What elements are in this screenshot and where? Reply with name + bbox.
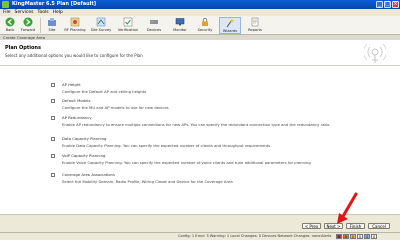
status-text: Config: 1 Error: 3 Warning: 1 Local Chan…: [178, 234, 321, 238]
toolbar: Back Forward Site RF Planning Site Surve…: [0, 16, 400, 35]
option-description: Configure the Default AP and ceiling hei…: [62, 89, 147, 94]
wizard-logo-icon: [364, 43, 386, 63]
menu-bar: File Services Tools Help: [0, 9, 400, 16]
app-icon: [2, 1, 9, 8]
alert-cleared-count[interactable]: 0: [371, 234, 377, 239]
coverage-area-associations-checkbox[interactable]: [51, 173, 55, 177]
option-name: AP Redundancy: [62, 115, 92, 120]
reports-icon: [251, 17, 259, 27]
ap-redundancy-checkbox[interactable]: [51, 116, 55, 120]
data-capacity-planning-checkbox[interactable]: [51, 137, 55, 141]
rf-planning-icon: [70, 17, 80, 27]
cancel-button[interactable]: Cancel: [368, 223, 390, 229]
default-models-checkbox[interactable]: [51, 99, 55, 103]
toolbar-site-survey[interactable]: Site Survey: [90, 17, 112, 34]
security-icon: [202, 17, 208, 26]
toolbar-wizards[interactable]: Wizards: [219, 17, 241, 34]
window-title: KingMaster 6.5 Plan [Default]: [12, 1, 97, 7]
back-arrow-icon: [5, 17, 15, 27]
alert-critical-count[interactable]: 0: [336, 234, 342, 239]
page-title: Plan Options: [5, 45, 41, 51]
title-bar: KingMaster 6.5 Plan [Default] _ □ ×: [0, 0, 400, 9]
verification-icon: [123, 17, 133, 27]
menu-file[interactable]: File: [3, 9, 11, 16]
option-name: Default Models: [62, 98, 91, 103]
option-description: Configure the MU and AP models to use fo…: [62, 105, 169, 110]
toolbar-security[interactable]: Security: [194, 17, 216, 34]
option-name: AP Height: [62, 82, 81, 87]
toolbar-devices[interactable]: Devices: [144, 17, 164, 34]
annotation-arrow-icon: [337, 192, 358, 224]
option-description: Enable AP redundancy to ensure multiple …: [62, 122, 330, 127]
wizards-icon: [226, 18, 235, 28]
ap-height-checkbox[interactable]: [51, 83, 55, 87]
window-controls: _ □ ×: [376, 1, 399, 8]
maximize-button[interactable]: □: [384, 1, 391, 8]
alert-info-count[interactable]: 0: [364, 234, 370, 239]
menu-tools[interactable]: Tools: [38, 9, 49, 16]
back-button[interactable]: Back: [2, 17, 18, 34]
alert-minor-count[interactable]: 0: [350, 234, 356, 239]
minimize-button[interactable]: _: [376, 1, 383, 8]
toolbar-site[interactable]: Site: [44, 17, 60, 34]
prev-button[interactable]: < Prev: [302, 223, 321, 229]
toolbar-monitor[interactable]: Monitor: [170, 17, 190, 34]
menu-help[interactable]: Help: [53, 9, 63, 16]
status-bar: Config: 1 Error: 3 Warning: 1 Local Chan…: [0, 232, 400, 240]
toolbar-rf-planning[interactable]: RF Planning: [62, 17, 88, 34]
forward-button[interactable]: Forward: [19, 17, 37, 34]
menu-services[interactable]: Services: [15, 9, 34, 16]
page-subtitle: Select any additional options you would …: [5, 53, 143, 58]
site-survey-icon: [96, 17, 106, 27]
forward-arrow-icon: [23, 17, 33, 27]
option-description: Enable Voice Capacity Planning. You can …: [62, 160, 311, 165]
site-icon: [48, 18, 56, 26]
toolbar-reports[interactable]: Reports: [244, 17, 266, 34]
alerts-label: Alerts: [321, 234, 332, 238]
toolbar-verification[interactable]: Verification: [114, 17, 142, 34]
option-name: Coverage Area Associations: [62, 172, 115, 177]
alert-major-count[interactable]: 0: [343, 234, 349, 239]
voip-capacity-planning-checkbox[interactable]: [51, 154, 55, 158]
option-name: Data Capacity Planning: [62, 136, 107, 141]
option-name: VoIP Capacity Planning: [62, 153, 106, 158]
alert-warning-count[interactable]: 0: [357, 234, 363, 239]
close-button[interactable]: ×: [392, 1, 399, 8]
option-description: Select the Mobility Domain, Radio Profil…: [62, 179, 233, 184]
monitor-icon: [175, 18, 185, 26]
option-description: Enable Data Capacity Planning. You can s…: [62, 143, 271, 148]
wizard-header: Plan Options Select any additional optio…: [0, 40, 400, 66]
toolbar-separator: [40, 18, 41, 33]
devices-icon: [150, 20, 158, 24]
